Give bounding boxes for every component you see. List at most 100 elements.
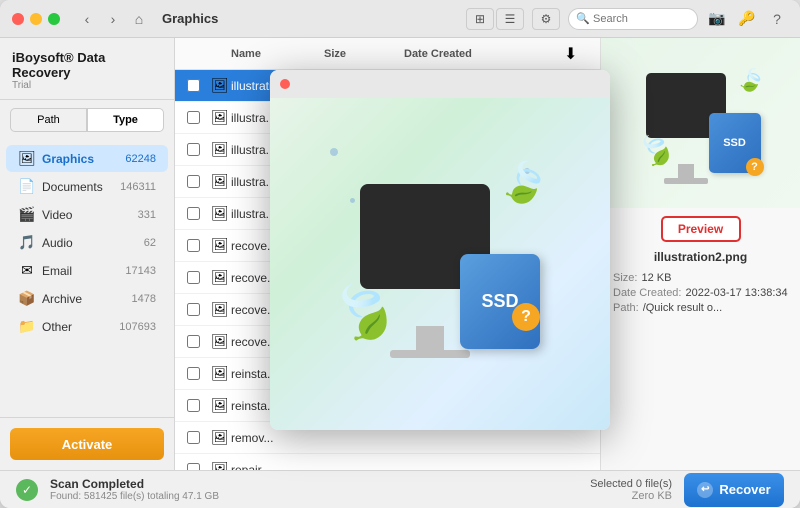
date-meta-label: Date Created: — [613, 287, 681, 299]
key-icon[interactable]: 🔑 — [736, 8, 758, 30]
minimize-button[interactable] — [30, 13, 42, 25]
file-checkbox[interactable] — [187, 175, 211, 188]
preview-overlay: 🍃 SSD ? 🍃 — [270, 70, 610, 430]
documents-label: Documents — [42, 180, 114, 194]
sidebar-item-video[interactable]: 🎬 Video 331 — [6, 201, 168, 228]
audio-count: 62 — [144, 237, 156, 249]
selected-files-label: Selected 0 file(s) — [590, 478, 672, 490]
statusbar: ✓ Scan Completed Found: 581425 file(s) t… — [0, 470, 800, 508]
file-type-icon: 🖼 — [211, 269, 231, 286]
recover-icon: ↩ — [697, 482, 713, 498]
list-view-button[interactable]: ☰ — [496, 8, 524, 30]
row-checkbox[interactable] — [187, 79, 200, 92]
file-checkbox[interactable] — [187, 303, 211, 316]
date-meta-value: 2022-03-17 13:38:34 — [685, 287, 787, 299]
sidebar-item-graphics[interactable]: 🖼 Graphics 62248 — [6, 145, 168, 172]
grid-view-button[interactable]: ⊞ — [466, 8, 494, 30]
graphics-icon: 🖼 — [18, 150, 36, 167]
file-checkbox[interactable] — [187, 463, 211, 470]
sidebar-tabs: Path Type — [10, 108, 164, 132]
row-checkbox[interactable] — [187, 111, 200, 124]
file-type-icon: 🖼 — [211, 173, 231, 190]
file-checkbox[interactable] — [187, 367, 211, 380]
row-checkbox[interactable] — [187, 271, 200, 284]
row-checkbox[interactable] — [187, 303, 200, 316]
email-label: Email — [42, 264, 119, 278]
titlebar-right: ⊞ ☰ ⚙ 🔍 📷 🔑 ? — [466, 8, 788, 30]
sidebar-item-archive[interactable]: 📦 Archive 1478 — [6, 285, 168, 312]
row-checkbox[interactable] — [187, 239, 200, 252]
file-list-header: Name Size Date Created ⬇ — [175, 38, 600, 70]
filter-button[interactable]: ⚙ — [532, 8, 560, 30]
search-wrapper: 🔍 — [568, 8, 698, 30]
row-checkbox[interactable] — [187, 207, 200, 220]
row-checkbox[interactable] — [187, 431, 200, 444]
file-checkbox[interactable] — [187, 79, 211, 92]
sidebar-item-email[interactable]: ✉ Email 17143 — [6, 257, 168, 284]
graphics-count: 62248 — [125, 153, 156, 165]
close-button[interactable] — [12, 13, 24, 25]
leaf-right-icon: 🍃 — [734, 64, 769, 98]
documents-icon: 📄 — [18, 178, 36, 195]
row-checkbox[interactable] — [187, 399, 200, 412]
home-button[interactable]: ⌂ — [128, 8, 150, 30]
size-column-header: Size — [324, 48, 404, 60]
file-checkbox[interactable] — [187, 335, 211, 348]
tab-type[interactable]: Type — [87, 108, 164, 132]
row-checkbox[interactable] — [187, 367, 200, 380]
titlebar: ‹ › ⌂ Graphics ⊞ ☰ ⚙ 🔍 📷 🔑 ? — [0, 0, 800, 38]
file-type-icon: 🖼 — [211, 237, 231, 254]
path-meta-row: Path: /Quick result o... — [613, 302, 788, 314]
preview-button[interactable]: Preview — [661, 216, 741, 242]
help-icon[interactable]: ? — [766, 8, 788, 30]
row-checkbox[interactable] — [187, 463, 200, 470]
preview-panel: 🍃 SSD ? 🍃 Preview illustration2.png — [600, 38, 800, 470]
scan-text: Scan Completed Found: 581425 file(s) tot… — [50, 477, 219, 502]
file-checkbox[interactable] — [187, 111, 211, 124]
row-checkbox[interactable] — [187, 175, 200, 188]
big-imac-stand — [416, 326, 444, 352]
file-checkbox[interactable] — [187, 271, 211, 284]
recover-button[interactable]: ↩ Recover — [684, 473, 784, 507]
sidebar-item-documents[interactable]: 📄 Documents 146311 — [6, 173, 168, 200]
file-checkbox[interactable] — [187, 239, 211, 252]
sidebar-item-audio[interactable]: 🎵 Audio 62 — [6, 229, 168, 256]
documents-count: 146311 — [120, 181, 156, 193]
file-type-icon: 🖼 — [211, 333, 231, 350]
row-checkbox[interactable] — [187, 335, 200, 348]
sidebar: iBoysoft® Data Recovery Trial Path Type … — [0, 38, 175, 470]
imac-base — [664, 178, 708, 184]
path-meta-label: Path: — [613, 302, 639, 314]
file-checkbox[interactable] — [187, 431, 211, 444]
table-row[interactable]: 🖼 repair-... — [175, 454, 600, 470]
preview-filename: illustration2.png — [646, 250, 755, 264]
app-subtitle: Trial — [12, 80, 162, 91]
statusbar-right: Selected 0 file(s) Zero KB ↩ Recover — [590, 473, 784, 507]
actions-column-header: ⬇ — [564, 44, 588, 64]
big-ssd-box: SSD ? — [460, 254, 540, 349]
big-ssd-label: SSD — [481, 291, 518, 312]
camera-icon[interactable]: 📷 — [706, 8, 728, 30]
forward-button[interactable]: › — [102, 8, 124, 30]
back-button[interactable]: ‹ — [76, 8, 98, 30]
big-ssd-question-icon: ? — [512, 303, 540, 331]
activate-button[interactable]: Activate — [10, 428, 164, 460]
big-imac-base — [390, 350, 470, 358]
maximize-button[interactable] — [48, 13, 60, 25]
row-checkbox[interactable] — [187, 143, 200, 156]
overlay-close-button[interactable] — [280, 79, 290, 89]
archive-icon: 📦 — [18, 290, 36, 307]
selected-size-label: Zero KB — [632, 490, 672, 502]
email-count: 17143 — [125, 265, 156, 277]
titlebar-right-icons: 📷 🔑 ? — [706, 8, 788, 30]
sidebar-item-other[interactable]: 📁 Other 107693 — [6, 313, 168, 340]
tab-path[interactable]: Path — [10, 108, 87, 132]
file-checkbox[interactable] — [187, 399, 211, 412]
file-type-icon: 🖼 — [211, 461, 231, 470]
date-meta-row: Date Created: 2022-03-17 13:38:34 — [613, 287, 788, 299]
video-label: Video — [42, 208, 132, 222]
file-checkbox[interactable] — [187, 143, 211, 156]
audio-label: Audio — [42, 236, 138, 250]
archive-count: 1478 — [132, 293, 156, 305]
file-checkbox[interactable] — [187, 207, 211, 220]
